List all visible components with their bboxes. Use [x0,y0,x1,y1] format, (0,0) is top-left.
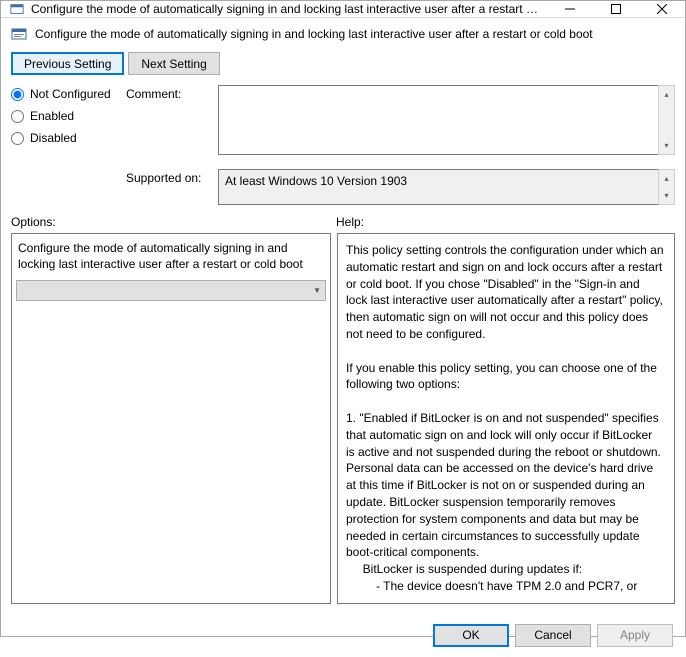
comment-row: Comment: [126,85,675,155]
panels: Configure the mode of automatically sign… [11,233,675,604]
panel-labels: Options: Help: [11,215,675,229]
state-and-fields: Not Configured Enabled Disabled Comment: [11,85,675,209]
radio-not-configured[interactable]: Not Configured [11,87,126,101]
policy-dialog-window: Configure the mode of automatically sign… [0,0,686,637]
radio-enabled-label: Enabled [30,109,74,123]
titlebar-icon [9,1,25,17]
radio-disabled[interactable]: Disabled [11,131,126,145]
chevron-down-icon: ▼ [313,286,321,295]
titlebar: Configure the mode of automatically sign… [1,1,685,18]
policy-title: Configure the mode of automatically sign… [35,27,593,41]
titlebar-title: Configure the mode of automatically sign… [31,2,547,16]
help-panel: This policy setting controls the configu… [337,233,675,604]
previous-setting-button[interactable]: Previous Setting [11,52,124,75]
supported-label: Supported on: [126,169,218,205]
ok-button[interactable]: OK [433,624,509,647]
comment-scrollbar[interactable] [658,85,675,155]
options-panel: Configure the mode of automatically sign… [11,233,331,604]
help-text: This policy setting controls the configu… [342,238,668,599]
dialog-content: Configure the mode of automatically sign… [1,18,685,614]
comment-label: Comment: [126,85,218,155]
maximize-button[interactable] [593,1,639,17]
policy-header: Configure the mode of automatically sign… [11,26,675,42]
scroll-down-icon[interactable] [659,137,674,154]
radio-disabled-input[interactable] [11,132,24,145]
cancel-button[interactable]: Cancel [515,624,591,647]
options-text: Configure the mode of automatically sign… [16,238,326,274]
minimize-button[interactable] [547,1,593,17]
supported-scrollbar[interactable] [658,169,675,205]
radio-enabled[interactable]: Enabled [11,109,126,123]
supported-row: Supported on: At least Windows 10 Versio… [126,169,675,205]
radio-not-configured-label: Not Configured [30,87,111,101]
dialog-footer: OK Cancel Apply [1,614,685,657]
next-setting-button[interactable]: Next Setting [128,52,219,75]
radio-enabled-input[interactable] [11,110,24,123]
fields-column: Comment: Supported on: At least Windows … [126,85,675,209]
radio-not-configured-input[interactable] [11,88,24,101]
help-scroll[interactable]: This policy setting controls the configu… [342,238,670,599]
radio-disabled-label: Disabled [30,131,77,145]
scroll-down-icon[interactable] [659,187,674,204]
scroll-up-icon[interactable] [659,86,674,103]
help-label: Help: [336,215,364,229]
policy-icon [11,26,27,42]
scroll-up-icon[interactable] [659,170,674,187]
options-dropdown[interactable]: ▼ [16,280,326,301]
options-label: Options: [11,215,336,229]
state-radio-group: Not Configured Enabled Disabled [11,85,126,209]
nav-buttons: Previous Setting Next Setting [11,52,675,75]
close-button[interactable] [639,1,685,17]
apply-button[interactable]: Apply [597,624,673,647]
comment-wrap [218,85,675,155]
comment-input[interactable] [218,85,658,155]
window-controls [547,1,685,17]
supported-value: At least Windows 10 Version 1903 [218,169,658,205]
supported-wrap: At least Windows 10 Version 1903 [218,169,675,205]
